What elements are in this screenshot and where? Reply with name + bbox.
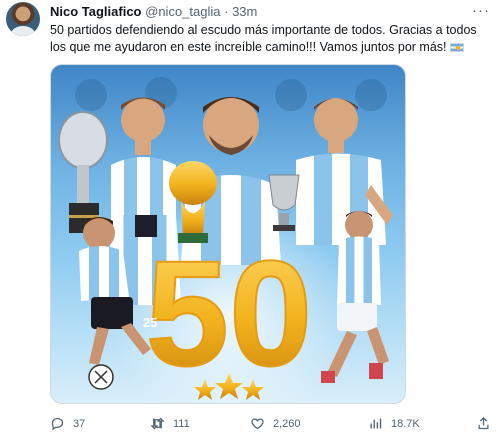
- like-button[interactable]: 2,260: [250, 416, 301, 431]
- reply-icon: [51, 417, 64, 431]
- tweet-image[interactable]: 50 25: [50, 64, 406, 404]
- tweet-body: 50 partidos defendiendo al escudo más im…: [50, 23, 477, 54]
- retweet-button[interactable]: 111: [150, 416, 190, 431]
- share-button[interactable]: [476, 416, 491, 431]
- avatar[interactable]: [6, 2, 40, 36]
- author-handle[interactable]: @nico_taglia: [145, 4, 220, 19]
- author-name[interactable]: Nico Tagliafico: [50, 4, 142, 19]
- separator-dot: ·: [224, 4, 229, 19]
- retweet-icon: [150, 417, 165, 430]
- analytics-icon: [370, 418, 382, 429]
- celebration-poster: 50 25: [58, 77, 393, 403]
- heart-icon: [251, 418, 264, 430]
- reply-button[interactable]: 37: [50, 416, 85, 431]
- like-count: 2,260: [273, 417, 301, 430]
- argentina-flag-icon: [450, 42, 464, 52]
- tweet-actions: 37 111 2,260 18.7K: [50, 416, 490, 434]
- views-button[interactable]: 18.7K: [368, 416, 420, 431]
- retweet-count: 111: [173, 417, 190, 430]
- share-icon: [478, 416, 489, 430]
- view-count: 18.7K: [391, 417, 420, 430]
- tweet-timestamp[interactable]: 33m: [232, 4, 257, 19]
- milestone-number: 50: [145, 228, 314, 398]
- copa-america-trophy: [58, 111, 108, 233]
- tweet[interactable]: Nico Tagliafico @nico_taglia · 33m ··· 5…: [0, 0, 500, 440]
- tweet-header: Nico Tagliafico @nico_taglia · 33m: [50, 4, 257, 19]
- player-right: [296, 98, 393, 245]
- milestone-number-text: 50: [146, 229, 313, 397]
- tweet-text: 50 partidos defendiendo al escudo más im…: [50, 22, 490, 55]
- more-options-icon[interactable]: ···: [472, 2, 490, 19]
- reply-count: 37: [73, 417, 86, 430]
- jersey-number-left: 25: [143, 315, 157, 330]
